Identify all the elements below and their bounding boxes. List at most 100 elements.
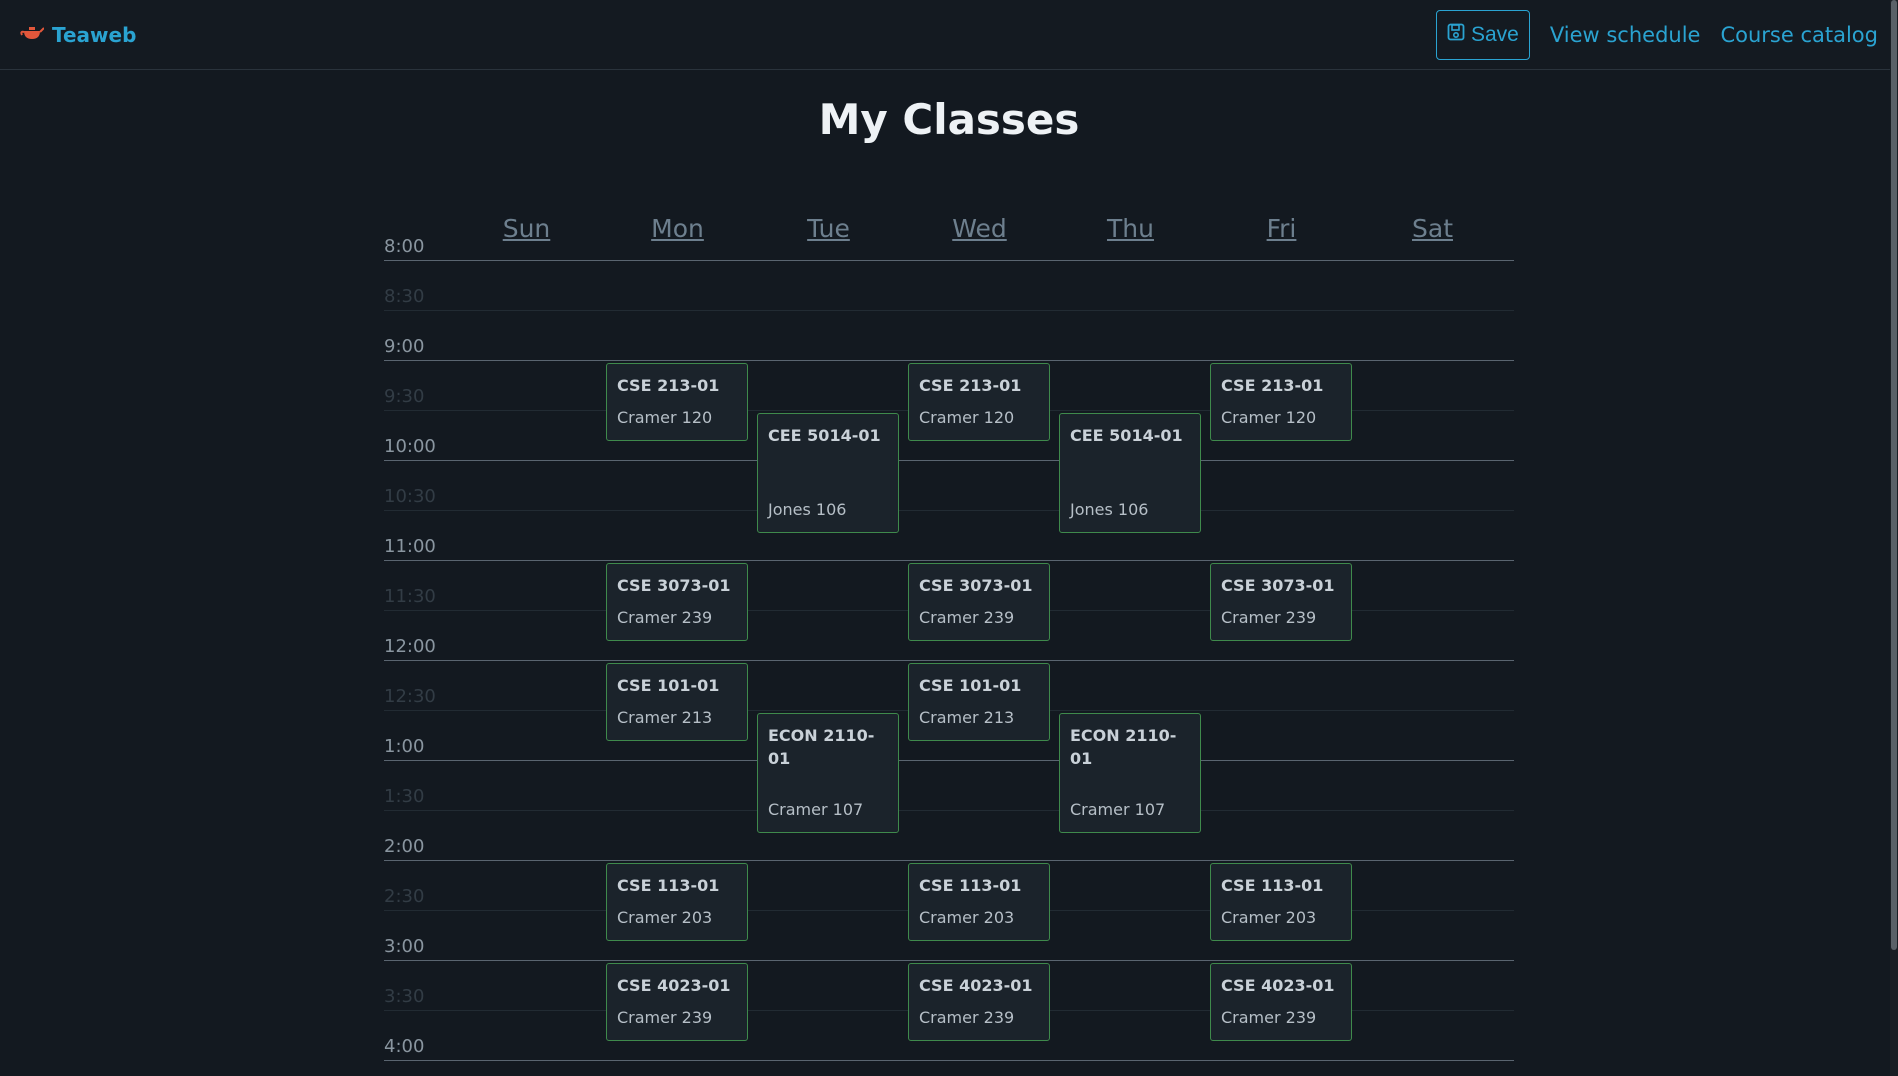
class-room: Jones 106 [768, 500, 847, 519]
time-label: 12:30 [384, 686, 436, 707]
class-room: Cramer 213 [919, 708, 1015, 728]
time-label: 2:30 [384, 886, 425, 907]
page-title: My Classes [818, 95, 1080, 144]
time-gridline [384, 660, 1514, 661]
class-room: Cramer 120 [1221, 408, 1317, 428]
class-code: CSE 113-01 [617, 876, 720, 895]
time-label: 8:00 [384, 236, 425, 257]
time-gridline [384, 560, 1514, 561]
class-event[interactable]: ECON 2110-01 Cramer 107 [757, 713, 899, 833]
time-label: 8:30 [384, 286, 425, 307]
class-code: CSE 113-01 [1221, 876, 1324, 895]
day-header-thu[interactable]: Thu [1055, 214, 1206, 243]
time-label: 9:30 [384, 386, 425, 407]
time-label: 3:30 [384, 986, 425, 1007]
class-event[interactable]: CSE 3073-01 Cramer 239 [1210, 563, 1352, 642]
time-label: 2:00 [384, 836, 425, 857]
class-event[interactable]: ECON 2110-01 Cramer 107 [1059, 713, 1201, 833]
time-gridline [384, 860, 1514, 861]
class-room: Cramer 239 [919, 1008, 1015, 1028]
class-room: Cramer 120 [919, 408, 1015, 428]
time-gridline [384, 810, 1514, 811]
class-event[interactable]: CSE 113-01 Cramer 203 [908, 863, 1050, 942]
day-header-fri[interactable]: Fri [1206, 214, 1357, 243]
save-button[interactable]: Save [1435, 10, 1530, 60]
page-scrollbar[interactable] [1890, 0, 1898, 1076]
time-label: 9:00 [384, 336, 425, 357]
navbar: Teaweb Save View schedule Course catalog [0, 0, 1898, 70]
class-event[interactable]: CSE 113-01 Cramer 203 [606, 863, 748, 942]
class-event[interactable]: CSE 213-01 Cramer 120 [908, 363, 1050, 442]
class-code: CSE 213-01 [919, 376, 1022, 395]
class-event[interactable]: CSE 113-01 Cramer 203 [1210, 863, 1352, 942]
class-code: CSE 3073-01 [919, 576, 1033, 595]
floppy-disk-icon [1447, 23, 1465, 47]
time-label: 1:00 [384, 736, 425, 757]
brand-link[interactable]: Teaweb [20, 22, 136, 48]
day-header-sun[interactable]: Sun [451, 214, 602, 243]
class-code: CSE 213-01 [1221, 376, 1324, 395]
save-label: Save [1470, 23, 1519, 46]
class-code: CSE 3073-01 [617, 576, 731, 595]
class-room: Cramer 239 [617, 1008, 713, 1028]
time-label: 3:00 [384, 936, 425, 957]
class-room: Cramer 203 [919, 908, 1015, 928]
time-gridline [384, 460, 1514, 461]
day-header-tue[interactable]: Tue [753, 214, 904, 243]
time-gridline [384, 360, 1514, 361]
class-event[interactable]: CSE 213-01 Cramer 120 [606, 363, 748, 442]
time-gridline [384, 760, 1514, 761]
class-event[interactable]: CSE 4023-01 Cramer 239 [908, 963, 1050, 1042]
time-gridline [384, 960, 1514, 961]
class-room: Cramer 120 [617, 408, 713, 428]
class-event[interactable]: CSE 3073-01 Cramer 239 [606, 563, 748, 642]
class-event[interactable]: CSE 101-01 Cramer 213 [606, 663, 748, 742]
class-code: CSE 4023-01 [617, 976, 731, 995]
class-room: Cramer 239 [617, 608, 713, 628]
course-catalog-link[interactable]: Course catalog [1720, 23, 1878, 47]
class-code: CSE 213-01 [617, 376, 720, 395]
class-code: CSE 113-01 [919, 876, 1022, 895]
time-gridline [384, 310, 1514, 311]
class-event[interactable]: CSE 101-01 Cramer 213 [908, 663, 1050, 742]
class-room: Jones 106 [1070, 500, 1149, 519]
scrollbar-thumb[interactable] [1891, 0, 1897, 950]
class-room: Cramer 203 [1221, 908, 1317, 928]
class-code: CSE 101-01 [617, 676, 720, 695]
class-code: CSE 4023-01 [919, 976, 1033, 995]
class-code: CEE 5014-01 [768, 426, 881, 445]
class-event[interactable]: CEE 5014-01 Jones 106 [1059, 413, 1201, 533]
class-event[interactable]: CSE 4023-01 Cramer 239 [1210, 963, 1352, 1042]
class-room: Cramer 239 [1221, 608, 1317, 628]
time-label: 10:30 [384, 486, 436, 507]
brand-name: Teaweb [52, 23, 137, 47]
class-code: ECON 2110-01 [1070, 726, 1177, 768]
class-room: Cramer 107 [1070, 800, 1166, 819]
class-event[interactable]: CSE 4023-01 Cramer 239 [606, 963, 748, 1042]
time-label: 12:00 [384, 636, 436, 657]
time-label: 11:30 [384, 586, 436, 607]
time-gridline [384, 1060, 1514, 1061]
day-header-mon[interactable]: Mon [602, 214, 753, 243]
time-label: 1:30 [384, 786, 425, 807]
time-gridline [384, 510, 1514, 511]
class-room: Cramer 239 [919, 608, 1015, 628]
class-code: CEE 5014-01 [1070, 426, 1183, 445]
day-header-sat[interactable]: Sat [1357, 214, 1508, 243]
class-code: CSE 3073-01 [1221, 576, 1335, 595]
class-room: Cramer 203 [617, 908, 713, 928]
time-label: 11:00 [384, 536, 436, 557]
class-event[interactable]: CSE 3073-01 Cramer 239 [908, 563, 1050, 642]
view-schedule-link[interactable]: View schedule [1550, 23, 1701, 47]
time-label: 10:00 [384, 436, 436, 457]
day-header-wed[interactable]: Wed [904, 214, 1055, 243]
class-code: CSE 101-01 [919, 676, 1022, 695]
class-room: Cramer 239 [1221, 1008, 1317, 1028]
class-room: Cramer 213 [617, 708, 713, 728]
class-room: Cramer 107 [768, 800, 864, 819]
weekly-calendar: Sun Mon Tue Wed Thu Fri Sat 8:00 8:30 9:00 9:30 10:… [384, 210, 1514, 1076]
class-event[interactable]: CEE 5014-01 Jones 106 [757, 413, 899, 533]
time-label: 4:00 [384, 1036, 425, 1057]
class-event[interactable]: CSE 213-01 Cramer 120 [1210, 363, 1352, 442]
class-code: CSE 4023-01 [1221, 976, 1335, 995]
